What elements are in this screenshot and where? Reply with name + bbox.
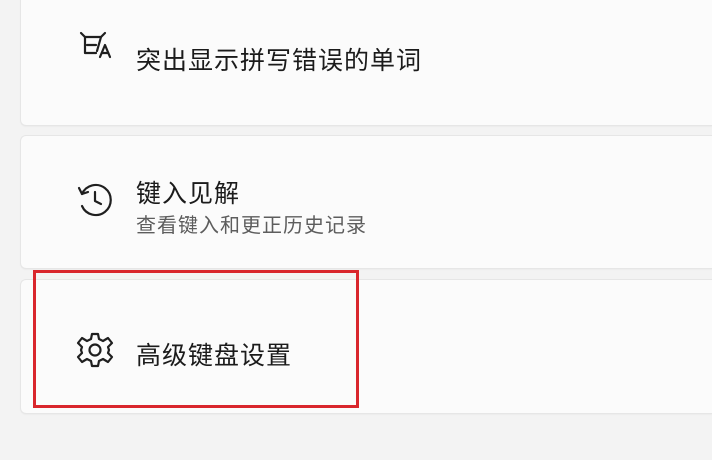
settings-item-title: 突出显示拼写错误的单词 <box>136 46 423 75</box>
settings-item-title: 键入见解 <box>136 179 241 208</box>
settings-item-highlight-misspelled[interactable]: 突出显示拼写错误的单词 <box>20 0 712 126</box>
settings-item-description: 查看键入和更正历史记录 <box>136 213 367 237</box>
spellcheck-icon <box>73 21 117 65</box>
highlight-annotation-box <box>33 270 359 408</box>
settings-item-typing-insights[interactable]: 键入见解 查看键入和更正历史记录 <box>20 135 712 269</box>
history-icon <box>73 178 117 222</box>
